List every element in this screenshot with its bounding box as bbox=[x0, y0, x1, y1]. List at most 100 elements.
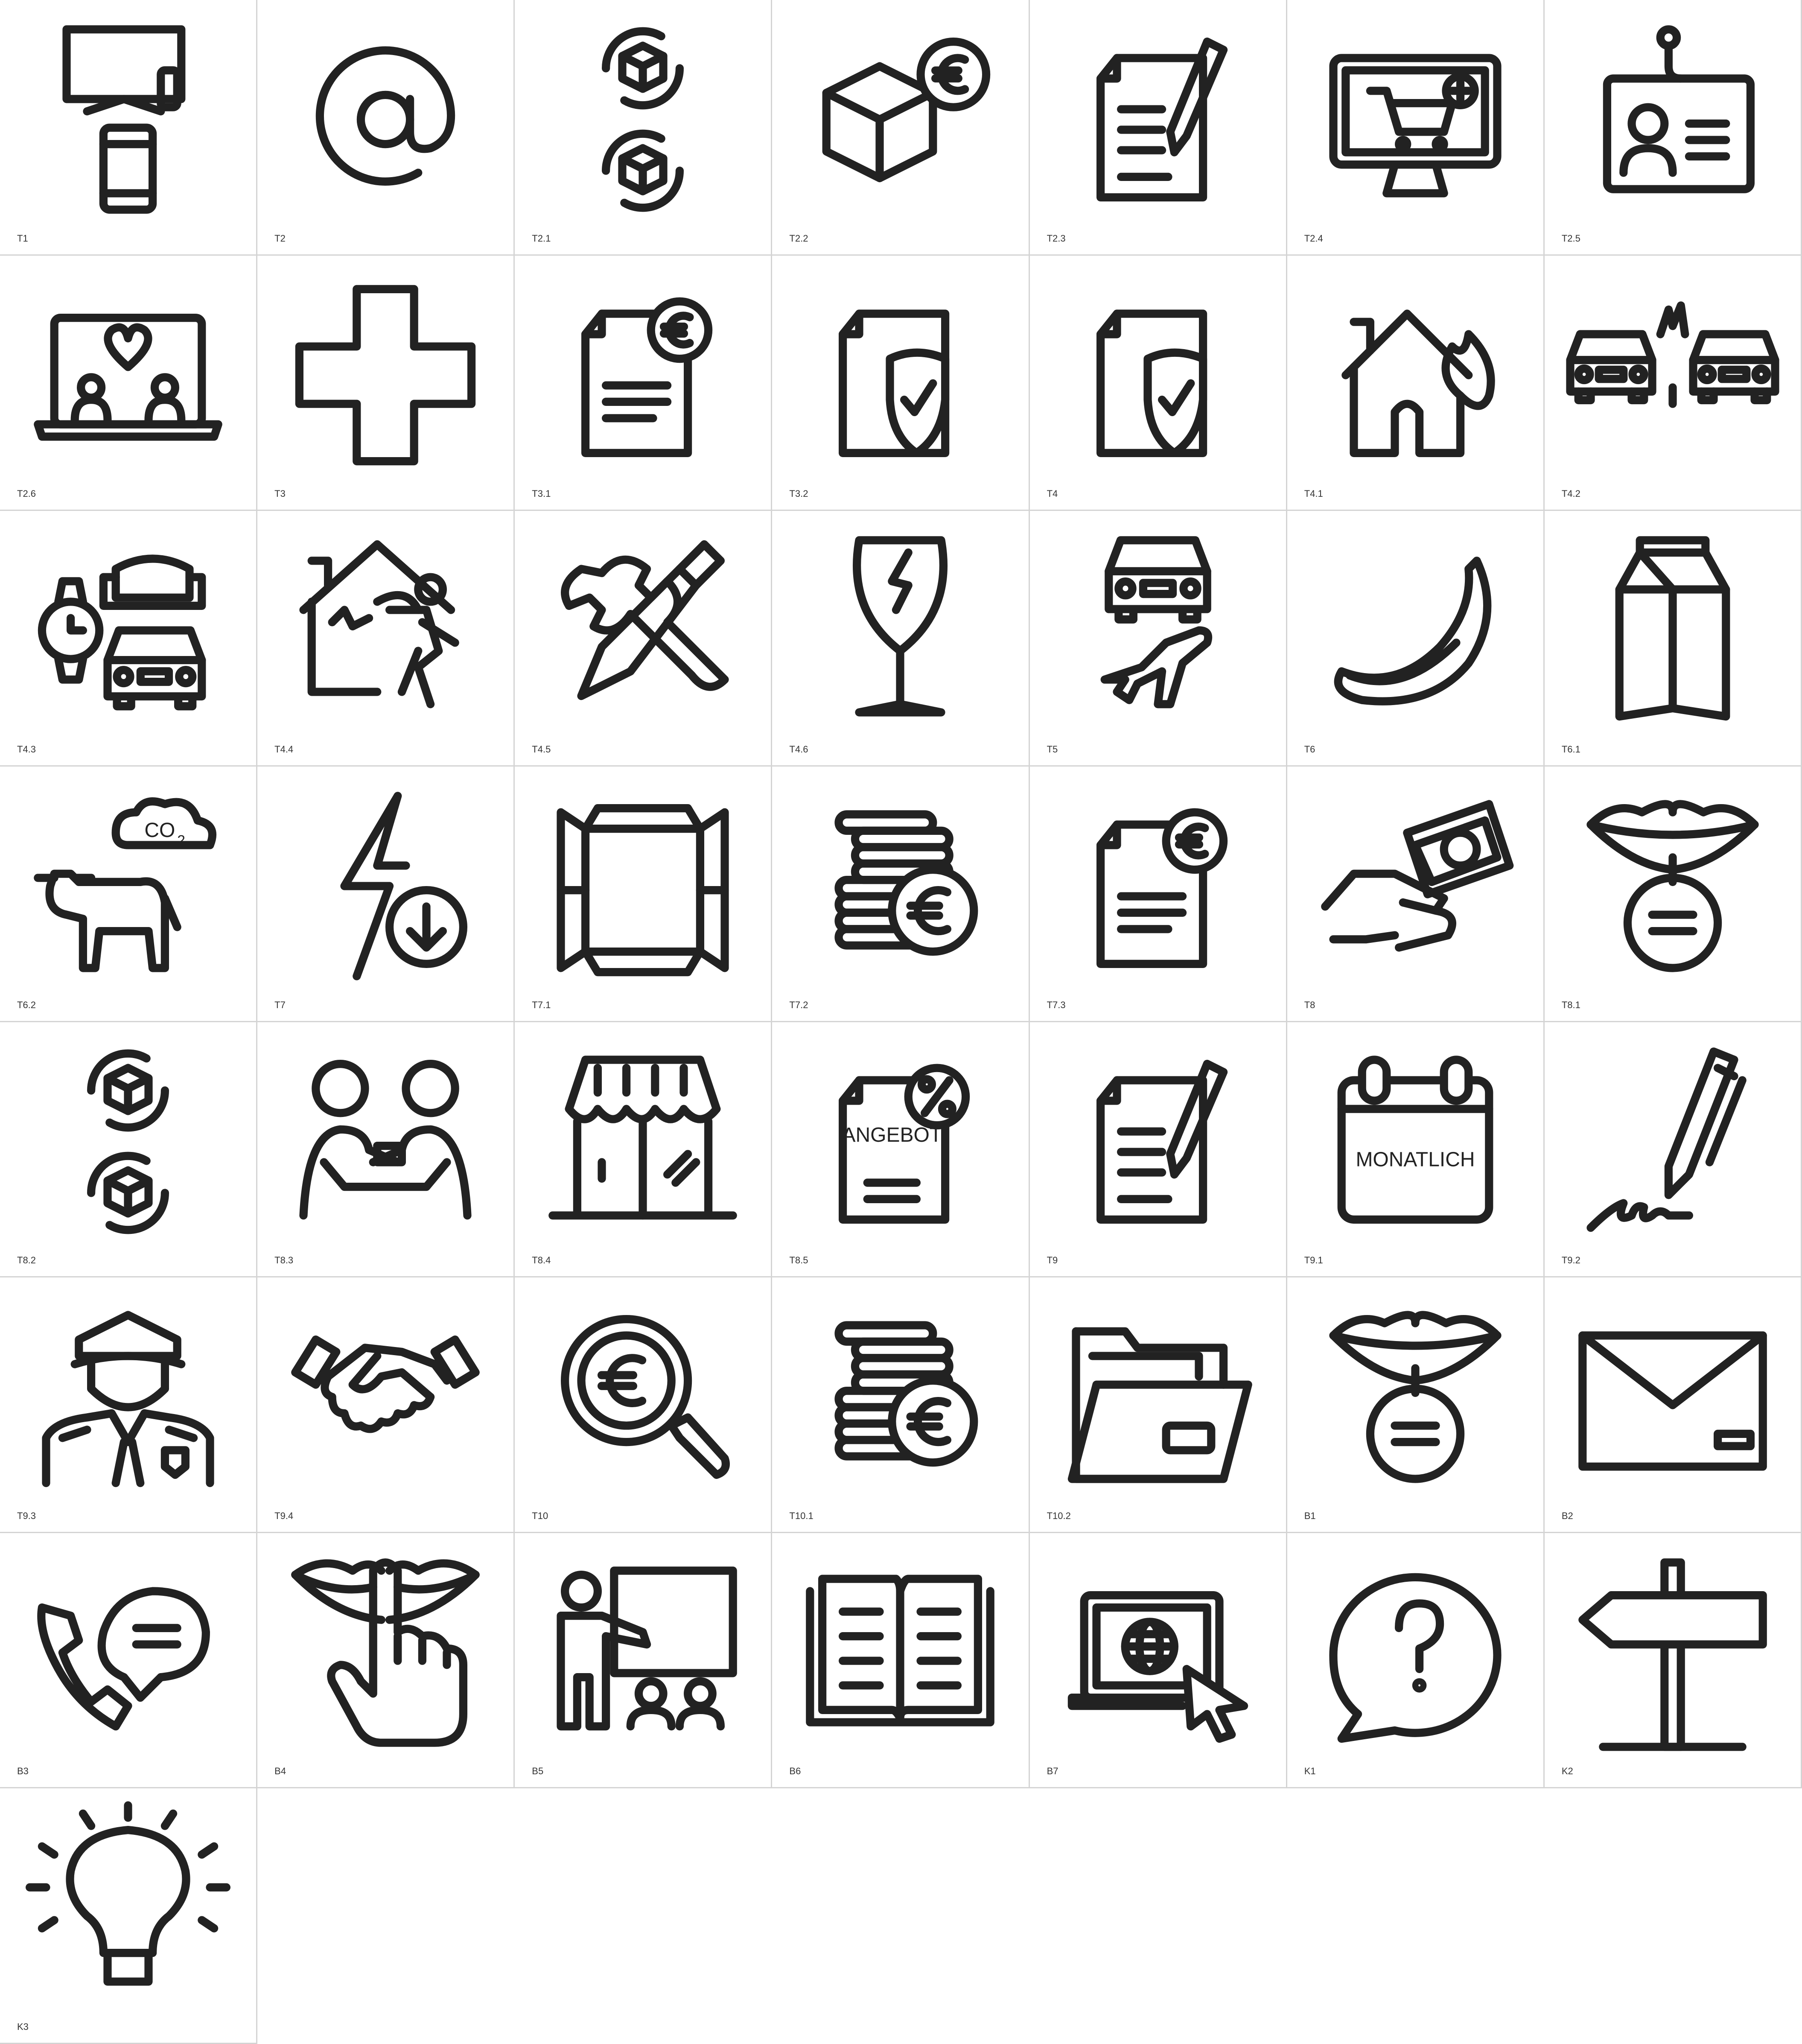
icon-cell-t6-1: T6.1 bbox=[1544, 511, 1802, 767]
icon-code: T2.2 bbox=[789, 233, 808, 244]
icon-code: T7 bbox=[274, 999, 286, 1010]
handshake-icon bbox=[291, 1335, 480, 1433]
icon-code: T4 bbox=[1047, 488, 1058, 499]
icon-code: K2 bbox=[1561, 1766, 1573, 1777]
icon-code: T4.5 bbox=[532, 744, 551, 755]
icon-code: T9 bbox=[1047, 1255, 1058, 1266]
icon-cell-t8-1: T8.1 bbox=[1544, 766, 1802, 1022]
package-cycle-icon bbox=[87, 1049, 169, 1234]
signpost-icon bbox=[1578, 1558, 1767, 1751]
icon-grid: T1 T2 T2.1 T2.2 T2.3 T2.4 T2.5 T2.6 T3 T3.1 T3.2 T4… bbox=[0, 0, 1802, 2044]
icon-cell-t3-1: T3.1 bbox=[515, 255, 773, 511]
icon-code: B5 bbox=[532, 1766, 544, 1777]
icon-code: T8.1 bbox=[1561, 999, 1580, 1010]
icon-code: B1 bbox=[1304, 1510, 1316, 1521]
icon-code: T6.1 bbox=[1561, 744, 1580, 755]
icon-code: T10.2 bbox=[1047, 1510, 1071, 1521]
icon-code: T8.2 bbox=[17, 1255, 36, 1266]
document-euro-icon bbox=[1096, 808, 1228, 968]
icon-code: B2 bbox=[1561, 1510, 1573, 1521]
phone-chat-icon bbox=[37, 1587, 210, 1731]
icon-cell-t3: T3 bbox=[257, 255, 515, 511]
icon-cell-t8: T8 bbox=[1287, 766, 1545, 1022]
icon-code: T4.1 bbox=[1304, 488, 1323, 499]
icon-code: T4.6 bbox=[789, 744, 808, 755]
cow-co2-icon: CO 2 bbox=[34, 797, 217, 972]
icon-code: T4.3 bbox=[17, 744, 36, 755]
pen-signature-icon bbox=[1586, 1047, 1747, 1232]
icon-cell-t4-3: T4.3 bbox=[0, 511, 258, 767]
lightning-download-icon bbox=[340, 792, 468, 980]
document-shield-icon bbox=[1096, 309, 1207, 457]
id-badge-icon bbox=[1603, 25, 1755, 193]
icon-cell-t4-1: T4.1 bbox=[1287, 255, 1545, 511]
icon-cell-t9-4: T9.4 bbox=[257, 1277, 515, 1533]
document-shield-icon bbox=[839, 309, 950, 457]
coins-euro-icon bbox=[834, 810, 978, 956]
tools-icon bbox=[561, 540, 729, 700]
medical-cross-icon bbox=[295, 285, 476, 465]
icon-code: T9.1 bbox=[1304, 1255, 1323, 1266]
light-bulb-icon bbox=[25, 1801, 230, 1986]
icon-cell-t6-2: CO 2 T6.2 bbox=[0, 766, 258, 1022]
document-pen-icon bbox=[1096, 38, 1228, 201]
icon-code: K1 bbox=[1304, 1766, 1316, 1777]
lips-speech-icon bbox=[1329, 1311, 1502, 1483]
calendar-monthly-label: MONATLICH bbox=[1356, 1148, 1475, 1171]
watch-sofa-car-icon bbox=[38, 554, 206, 711]
icon-code: T7.3 bbox=[1047, 999, 1066, 1010]
open-book-icon bbox=[806, 1575, 995, 1726]
house-fire-icon bbox=[1341, 309, 1495, 457]
icon-code: T2.5 bbox=[1561, 233, 1580, 244]
tv-and-phone-icon bbox=[62, 25, 186, 214]
icon-code: T4.4 bbox=[274, 744, 294, 755]
icon-cell-t7-2: T7.2 bbox=[772, 766, 1030, 1022]
icon-code: T8.5 bbox=[789, 1255, 808, 1266]
icon-cell-b5: B5 bbox=[515, 1533, 773, 1789]
icon-cell-b2: B2 bbox=[1544, 1277, 1802, 1533]
at-sign-icon bbox=[315, 46, 455, 186]
icon-code: T9.3 bbox=[17, 1510, 36, 1521]
icon-cell-t2-5: T2.5 bbox=[1544, 0, 1802, 256]
broken-glass-icon bbox=[853, 536, 948, 717]
icon-cell-t2-3: T2.3 bbox=[1029, 0, 1287, 256]
coins-euro-icon bbox=[834, 1321, 978, 1467]
icon-cell-k2: K2 bbox=[1544, 1533, 1802, 1789]
co2-label: CO bbox=[144, 819, 175, 842]
icon-code: T2.4 bbox=[1304, 233, 1323, 244]
icon-cell-t2-4: T2.4 bbox=[1287, 0, 1545, 256]
car-crash-icon bbox=[1566, 301, 1779, 408]
icon-cell-b7: B7 bbox=[1029, 1533, 1287, 1789]
icon-code: T2.3 bbox=[1047, 233, 1066, 244]
icon-code: T2.1 bbox=[532, 233, 551, 244]
icon-cell-b6: B6 bbox=[772, 1533, 1030, 1789]
icon-code: T4.2 bbox=[1561, 488, 1580, 499]
question-bubble-icon bbox=[1329, 1573, 1502, 1743]
icon-cell-t2: T2 bbox=[257, 0, 515, 256]
icon-cell-t4: T4 bbox=[1029, 255, 1287, 511]
icon-cell-t7: T7 bbox=[257, 766, 515, 1022]
icon-code: B4 bbox=[274, 1766, 286, 1777]
icon-code: B7 bbox=[1047, 1766, 1058, 1777]
lips-finger-icon bbox=[291, 1558, 480, 1747]
laptop-globe-icon bbox=[1067, 1591, 1248, 1743]
icon-cell-t4-5: T4.5 bbox=[515, 511, 773, 767]
burglar-house-icon bbox=[299, 540, 459, 709]
icon-code: T1 bbox=[17, 233, 28, 244]
milk-carton-icon bbox=[1615, 536, 1730, 721]
co2-subscript: 2 bbox=[177, 833, 185, 849]
icon-cell-t8-3: T8.3 bbox=[257, 1022, 515, 1278]
icon-code: T8.4 bbox=[532, 1255, 551, 1266]
car-plane-icon bbox=[1100, 536, 1212, 709]
icon-code: T9.4 bbox=[274, 1510, 294, 1521]
icon-cell-t8-4: T8.4 bbox=[515, 1022, 773, 1278]
folder-icon bbox=[1067, 1327, 1252, 1483]
banana-icon bbox=[1334, 557, 1491, 706]
icon-cell-t7-1: T7.1 bbox=[515, 766, 773, 1022]
icon-cell-t6: T6 bbox=[1287, 511, 1545, 767]
icon-cell-t10-2: T10.2 bbox=[1029, 1277, 1287, 1533]
monitor-cart-icon bbox=[1329, 54, 1502, 198]
icon-cell-b4: B4 bbox=[257, 1533, 515, 1789]
icon-cell-t4-6: T4.6 bbox=[772, 511, 1030, 767]
icon-cell-t10-1: T10.1 bbox=[772, 1277, 1030, 1533]
